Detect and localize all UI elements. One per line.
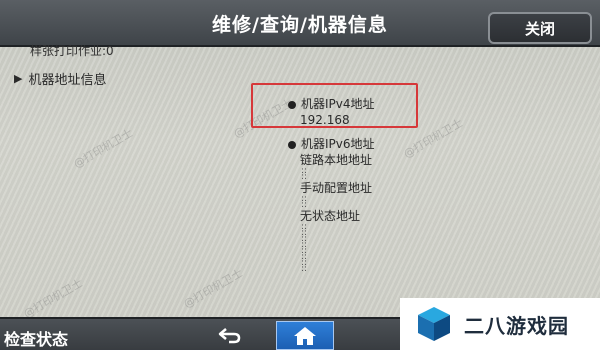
cube-logo-icon <box>418 307 450 341</box>
expand-triangle-icon: ▶ <box>14 72 23 85</box>
ipv4-value: 192.168 <box>300 113 350 127</box>
title-bar: 维修/查询/机器信息 关闭 <box>0 0 600 47</box>
watermark: @打印机卫士 <box>21 276 86 321</box>
logo-text: 二八游戏园 <box>464 313 569 338</box>
home-button[interactable] <box>276 321 334 350</box>
watermark: @打印机卫士 <box>181 266 246 311</box>
ipv4-label: 机器IPv4地址 <box>301 97 375 111</box>
separator: :: <box>301 264 308 274</box>
ipv4-section: 机器IPv4地址 192.168 <box>288 96 375 128</box>
machine-address-info-item[interactable]: ▶ 机器地址信息 <box>14 69 106 88</box>
ipv6-section: 机器IPv6地址 链路本地地址 :: :: 手动配置地址 :: :: 无状态地址… <box>288 136 375 274</box>
close-button[interactable]: 关闭 <box>488 12 592 44</box>
bullet-icon <box>288 100 296 109</box>
watermark: @打印机卫士 <box>71 126 136 171</box>
bullet-icon <box>288 140 296 149</box>
sample-print-jobs-text: 样张打印作业:0 <box>30 44 114 58</box>
printer-screen: @打印机卫士 @打印机卫士 @打印机卫士 @打印机卫士 @打印机卫士 维修/查询… <box>0 0 600 350</box>
machine-address-info-label: 机器地址信息 <box>28 73 107 88</box>
check-status-button[interactable]: 检查状态 <box>4 326 68 350</box>
ipv6-label: 机器IPv6地址 <box>301 137 375 151</box>
site-logo-overlay: 二八游戏园 <box>400 298 600 350</box>
back-arrow-icon <box>218 327 241 343</box>
back-button[interactable] <box>205 323 255 348</box>
home-icon <box>294 326 316 345</box>
